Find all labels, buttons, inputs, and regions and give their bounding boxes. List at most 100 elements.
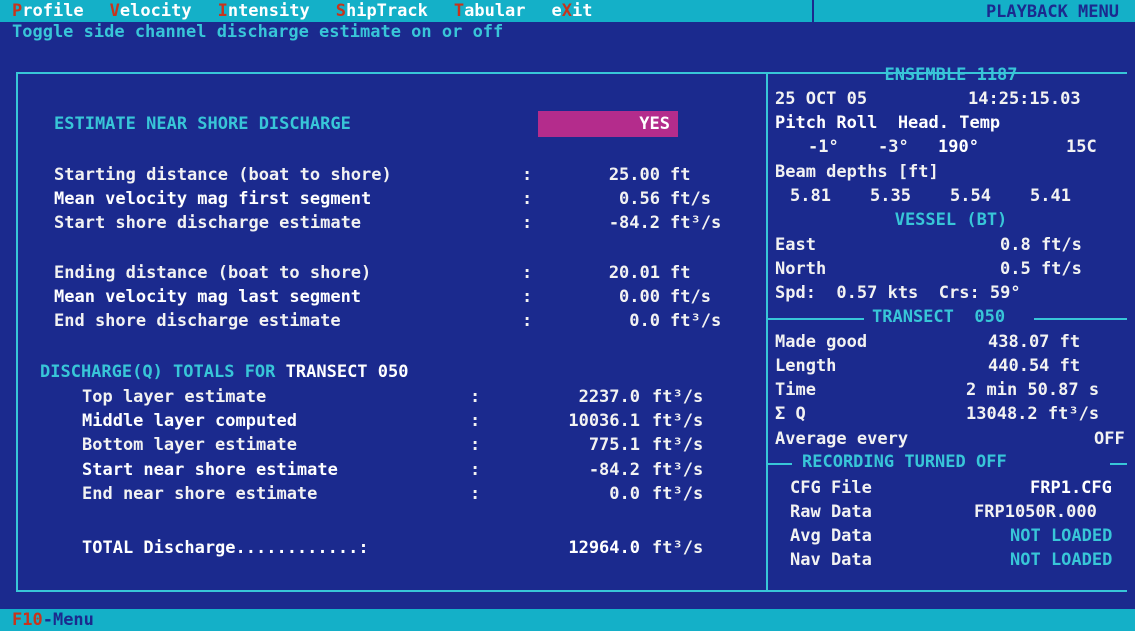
estimate-toggle[interactable]: YES xyxy=(538,111,678,137)
end-distance-value: 20.01 xyxy=(608,263,660,283)
raw-data-label: Raw Data xyxy=(790,502,872,522)
colon: : xyxy=(470,484,481,504)
total-discharge-label: TOTAL Discharge............: xyxy=(82,538,369,558)
menu-exit[interactable]: eXit xyxy=(552,1,593,21)
totals-start-shore-value: -84.2 xyxy=(588,460,640,480)
transect-heading: TRANSECT 050 xyxy=(872,307,1006,327)
start-discharge-unit: ft³/s xyxy=(670,213,722,233)
nav-data-label: Nav Data xyxy=(790,550,872,570)
start-velocity-label: Mean velocity mag first segment xyxy=(54,189,372,209)
sum-q-value: 13048.2 ft³/s xyxy=(966,404,1100,424)
totals-start-shore-unit: ft³/s xyxy=(652,460,704,480)
totals-end-shore-unit: ft³/s xyxy=(652,484,704,504)
totals-middle-value: 10036.1 xyxy=(568,411,640,431)
totals-top-unit: ft³/s xyxy=(652,387,704,407)
menu-hint: -Menu xyxy=(42,610,94,630)
beam-depths-label: Beam depths [ft] xyxy=(775,162,939,182)
menu-separator xyxy=(812,0,814,22)
totals-bottom-label: Bottom layer estimate xyxy=(82,435,297,455)
ensemble-number: ENSEMBLE 1187 xyxy=(884,65,1018,85)
recording-rule-left xyxy=(768,463,792,465)
transect-rule-left xyxy=(768,318,864,320)
start-distance-label: Starting distance (boat to shore) xyxy=(54,165,392,185)
colon: : xyxy=(522,189,533,209)
menu-tabular[interactable]: Tabular xyxy=(454,1,526,21)
menu-shiptrack[interactable]: ShipTrack xyxy=(336,1,428,21)
panel-divider xyxy=(766,72,768,592)
end-discharge-label: End shore discharge estimate xyxy=(54,311,341,331)
colon: : xyxy=(522,287,533,307)
avg-data-value: NOT LOADED xyxy=(1010,526,1113,546)
time-label: Time xyxy=(775,380,816,400)
colon: : xyxy=(470,387,481,407)
beam-depth-2: 5.35 xyxy=(870,186,911,206)
menu-profile[interactable]: Profile xyxy=(12,1,84,21)
start-discharge-value: -84.2 xyxy=(608,213,660,233)
vessel-north-label: North xyxy=(775,259,827,279)
status-bar: F10 -Menu xyxy=(0,609,1135,631)
total-discharge-unit: ft³/s xyxy=(652,538,704,558)
end-velocity-unit: ft/s xyxy=(670,287,711,307)
beam-depth-1: 5.81 xyxy=(790,186,831,206)
colon: : xyxy=(470,435,481,455)
colon: : xyxy=(522,311,533,331)
totals-end-shore-value: 0.0 xyxy=(609,484,640,504)
totals-end-shore-label: End near shore estimate xyxy=(82,484,318,504)
menu-bar: Profile Velocity Intensity ShipTrack Tab… xyxy=(0,0,1135,22)
totals-start-shore-label: Start near shore estimate xyxy=(82,460,338,480)
estimate-label: ESTIMATE NEAR SHORE DISCHARGE xyxy=(54,114,351,134)
start-discharge-label: Start shore discharge estimate xyxy=(54,213,362,233)
colon: : xyxy=(522,263,533,283)
end-distance-unit: ft xyxy=(670,263,691,283)
f10-key[interactable]: F10 xyxy=(12,610,43,630)
average-every-label: Average every xyxy=(775,429,909,449)
totals-heading: DISCHARGE(Q) TOTALS FOR TRANSECT 050 xyxy=(40,362,409,382)
end-discharge-unit: ft³/s xyxy=(670,311,722,331)
end-distance-label: Ending distance (boat to shore) xyxy=(54,263,372,283)
colon: : xyxy=(470,460,481,480)
transect-rule-right xyxy=(1034,318,1127,320)
colon: : xyxy=(470,411,481,431)
end-discharge-value: 0.0 xyxy=(629,311,660,331)
vessel-heading: VESSEL (BT) xyxy=(894,210,1008,230)
help-hint: Toggle side channel discharge estimate o… xyxy=(12,22,504,42)
start-distance-unit: ft xyxy=(670,165,691,185)
pitch-value: -1° xyxy=(808,137,839,157)
totals-middle-unit: ft³/s xyxy=(652,411,704,431)
made-good-label: Made good xyxy=(775,332,868,352)
beam-depth-4: 5.41 xyxy=(1030,186,1071,206)
colon: : xyxy=(522,165,533,185)
avg-data-label: Avg Data xyxy=(790,526,872,546)
totals-bottom-value: 775.1 xyxy=(588,435,640,455)
vessel-east-value: 0.8 ft/s xyxy=(1000,235,1082,255)
start-distance-value: 25.00 xyxy=(608,165,660,185)
recording-status: RECORDING TURNED OFF xyxy=(802,452,1007,472)
colon: : xyxy=(522,213,533,233)
totals-top-label: Top layer estimate xyxy=(82,387,267,407)
menu-title: PLAYBACK MENU xyxy=(985,2,1119,22)
heading-value: 190° xyxy=(938,137,979,157)
end-velocity-value: 0.00 xyxy=(619,287,660,307)
start-velocity-unit: ft/s xyxy=(670,189,711,209)
temp-value: 15C xyxy=(1066,137,1097,157)
attitude-header: Pitch Roll Head. Temp xyxy=(775,113,1001,133)
menu-intensity[interactable]: Intensity xyxy=(218,1,310,21)
vessel-north-value: 0.5 ft/s xyxy=(1000,259,1082,279)
sum-q-label: Σ Q xyxy=(775,404,806,424)
beam-depth-3: 5.54 xyxy=(950,186,991,206)
vessel-speed-course: Spd: 0.57 kts Crs: 59° xyxy=(775,283,1021,303)
ensemble-time: 14:25:15.03 xyxy=(968,89,1081,109)
vessel-east-label: East xyxy=(775,235,816,255)
raw-data-value: FRP1050R.000 xyxy=(974,502,1097,522)
average-every-value: OFF xyxy=(1094,429,1125,449)
length-label: Length xyxy=(775,356,837,376)
time-value: 2 min 50.87 s xyxy=(966,380,1100,400)
made-good-value: 438.07 ft xyxy=(988,332,1081,352)
totals-top-value: 2237.0 xyxy=(578,387,640,407)
nav-data-value: NOT LOADED xyxy=(1010,550,1113,570)
cfg-file-label: CFG File xyxy=(790,478,872,498)
totals-middle-label: Middle layer computed xyxy=(82,411,297,431)
menu-velocity[interactable]: Velocity xyxy=(110,1,192,21)
total-discharge-value: 12964.0 xyxy=(568,538,640,558)
ensemble-date: 25 OCT 05 xyxy=(775,89,868,109)
